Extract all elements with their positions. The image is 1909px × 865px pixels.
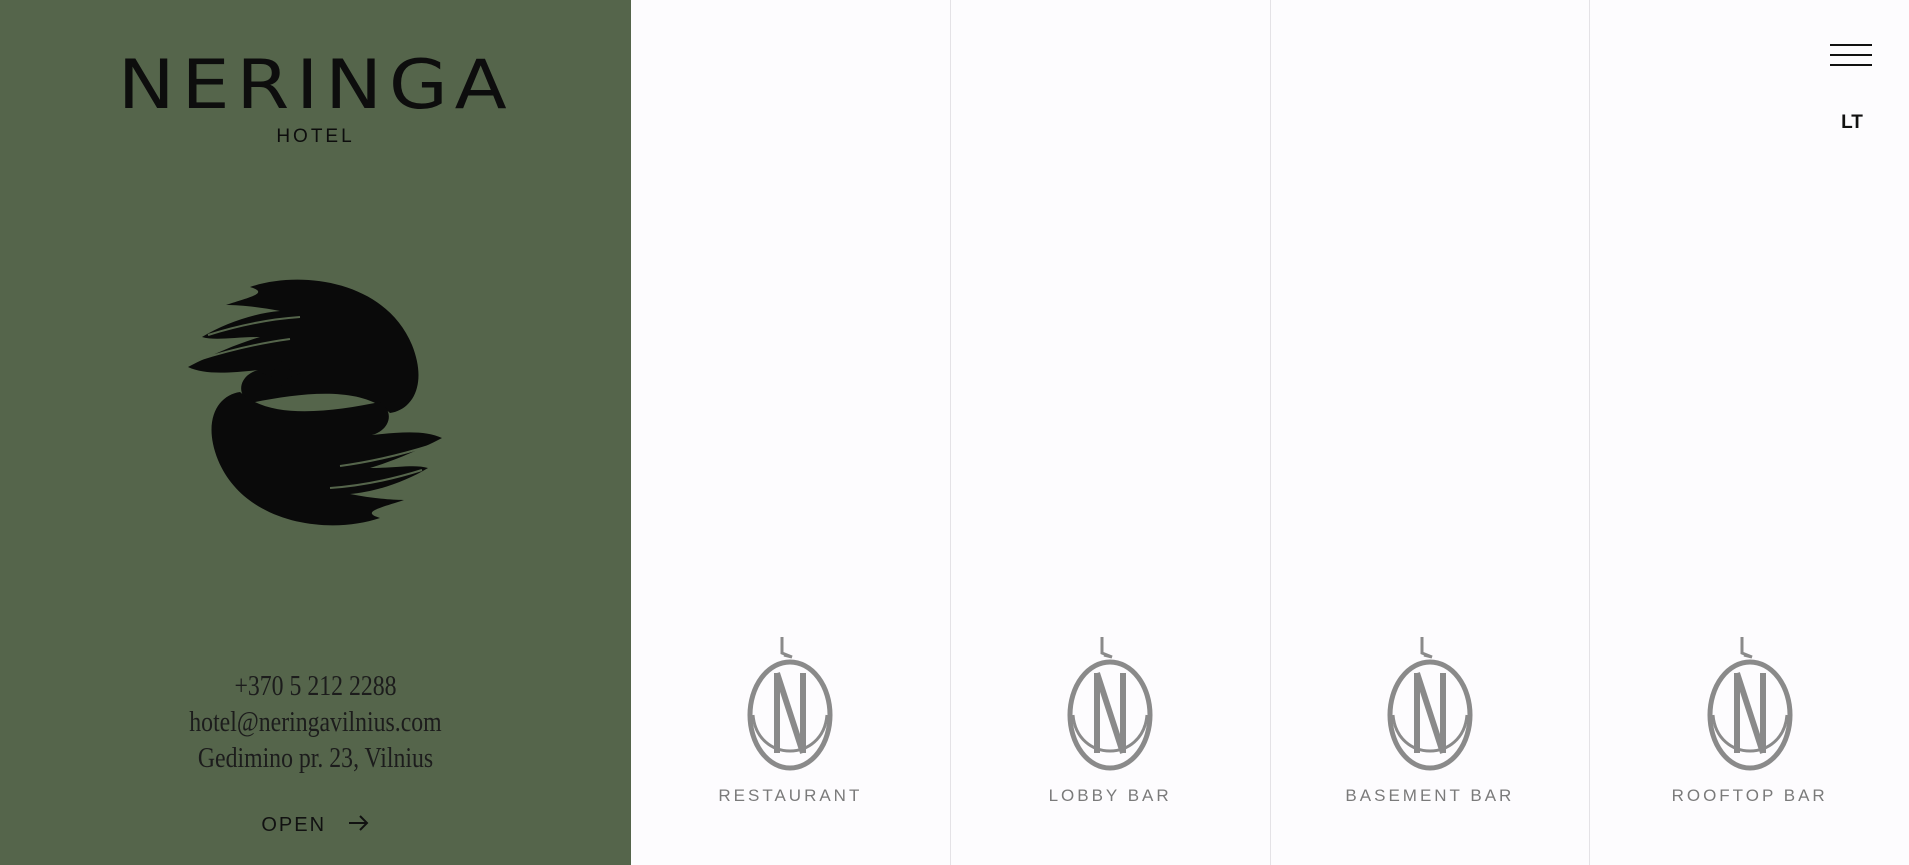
neringa-monogram-icon — [1707, 637, 1793, 771]
venue-label: ROOFTOP BAR — [1671, 786, 1828, 805]
venue-label: LOBBY BAR — [1048, 786, 1172, 805]
menu-bar — [1830, 44, 1872, 46]
venue-list: RESTAURANT LOBBY BAR BASEMENT BAR ROOFTO… — [631, 0, 1909, 865]
venue-card-lobby-bar[interactable]: LOBBY BAR — [949, 0, 1270, 865]
hotel-logo[interactable]: NERINGA HOTEL — [0, 48, 631, 148]
venue-card-restaurant[interactable]: RESTAURANT — [631, 0, 950, 865]
address-text: Gedimino pr. 23, Vilnius — [197, 742, 434, 774]
left-panel: NERINGA HOTEL +370 5 212 2288 hotel@neri… — [0, 0, 631, 865]
arrow-right-icon — [348, 814, 370, 837]
venue-label: BASEMENT BAR — [1345, 786, 1515, 805]
neringa-monogram-icon — [747, 637, 833, 771]
language-switch[interactable]: LT — [1830, 112, 1874, 134]
open-button[interactable]: OPEN — [0, 814, 631, 837]
logo-subtitle: HOTEL — [276, 126, 355, 147]
menu-bar — [1830, 64, 1872, 66]
open-label: OPEN — [261, 814, 327, 836]
hamburger-icon[interactable] — [1830, 42, 1874, 68]
venue-label: RESTAURANT — [718, 786, 863, 805]
email-link[interactable]: hotel@neringavilnius.com — [57, 704, 574, 740]
phone-link[interactable]: +370 5 212 2288 — [57, 668, 574, 704]
neringa-monogram-icon — [1067, 637, 1153, 771]
neringa-monogram-icon — [1387, 637, 1473, 771]
hands-star-emblem-icon — [188, 279, 442, 526]
menu-bar — [1830, 54, 1872, 56]
venue-card-basement-bar[interactable]: BASEMENT BAR — [1269, 0, 1590, 865]
contact-info: +370 5 212 2288 hotel@neringavilnius.com… — [0, 668, 631, 776]
logo-wordmark: NERINGA — [117, 46, 514, 125]
